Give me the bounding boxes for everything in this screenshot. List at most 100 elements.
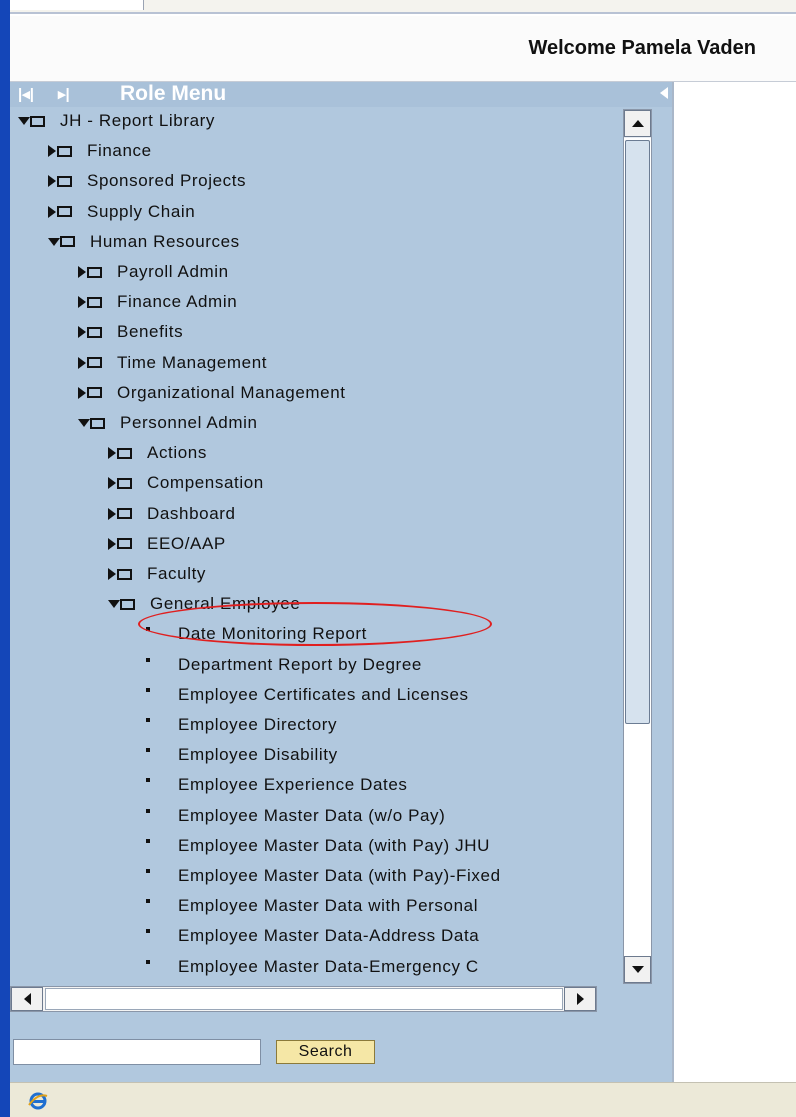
report-item[interactable]: Employee Master Data-Emergency C — [146, 953, 479, 981]
folder-label[interactable]: Faculty — [147, 564, 206, 584]
folder-node[interactable]: JH - Report Library — [18, 109, 215, 135]
report-label[interactable]: Employee Directory — [178, 715, 337, 735]
folder-label[interactable]: Human Resources — [90, 232, 240, 252]
folder-label[interactable]: Personnel Admin — [120, 413, 258, 433]
folder-label[interactable]: Supply Chain — [87, 202, 195, 222]
scroll-down-button[interactable] — [624, 956, 651, 983]
collapsed-arrow-icon[interactable] — [78, 266, 86, 278]
collapsed-arrow-icon[interactable] — [108, 477, 116, 490]
folder-label[interactable]: Sponsored Projects — [87, 171, 246, 191]
folder-node[interactable]: Finance Admin — [78, 288, 237, 316]
report-item[interactable]: Employee Master Data (w/o Pay) — [146, 802, 445, 830]
folder-label[interactable]: EEO/AAP — [147, 534, 226, 554]
report-item[interactable]: Employee Disability — [146, 741, 338, 769]
search-button[interactable]: Search — [276, 1040, 375, 1064]
first-page-icon[interactable]: |◂| — [18, 85, 34, 103]
collapsed-arrow-icon[interactable] — [108, 537, 116, 550]
bullet-icon — [146, 808, 150, 813]
collapsed-arrow-icon[interactable] — [78, 356, 86, 369]
collapsed-arrow-icon[interactable] — [48, 175, 56, 188]
expanded-arrow-icon[interactable] — [18, 117, 30, 125]
report-label[interactable]: Employee Experience Dates — [178, 775, 408, 795]
report-item[interactable]: Employee Master Data with Personal — [146, 892, 478, 920]
folder-node[interactable]: Time Management — [78, 349, 267, 377]
expanded-arrow-icon[interactable] — [48, 237, 60, 246]
folder-label[interactable]: Finance Admin — [117, 292, 237, 312]
search-bar: Search — [10, 1027, 640, 1067]
collapsed-arrow-icon[interactable] — [78, 326, 86, 339]
folder-node[interactable]: Actions — [108, 439, 207, 467]
collapsed-arrow-icon[interactable] — [108, 507, 116, 520]
folder-label[interactable]: Organizational Management — [117, 383, 346, 403]
folder-node[interactable]: Organizational Management — [78, 379, 346, 407]
arrow-left-icon — [23, 993, 31, 1005]
collapsed-arrow-icon[interactable] — [48, 145, 56, 158]
bullet-icon — [146, 869, 150, 873]
folder-node[interactable]: Faculty — [108, 560, 206, 588]
folder-label[interactable]: Actions — [147, 443, 207, 463]
arrow-up-icon — [631, 120, 644, 127]
vertical-scrollbar[interactable] — [623, 109, 652, 984]
folder-node[interactable]: Payroll Admin — [78, 258, 229, 286]
folder-node[interactable]: Human Resources — [48, 228, 240, 256]
folder-label[interactable]: Payroll Admin — [117, 262, 229, 282]
search-input[interactable] — [13, 1039, 261, 1065]
bullet-icon — [146, 687, 150, 692]
collapsed-arrow-icon[interactable] — [108, 447, 116, 460]
report-item[interactable]: Employee Certificates and Licenses — [146, 681, 469, 709]
folder-icon — [117, 568, 132, 580]
arrow-down-icon — [631, 966, 644, 973]
report-label[interactable]: Employee Master Data-Emergency C — [178, 957, 479, 977]
folder-label[interactable]: Compensation — [147, 473, 264, 493]
folder-node[interactable]: Compensation — [108, 469, 264, 497]
horizontal-scroll-thumb[interactable] — [45, 988, 563, 1010]
collapse-panel-icon[interactable] — [660, 87, 668, 99]
collapsed-arrow-icon[interactable] — [48, 205, 56, 218]
scroll-up-button[interactable] — [624, 110, 651, 137]
folder-node[interactable]: Finance — [48, 137, 152, 165]
report-label[interactable]: Employee Master Data (with Pay) JHU — [178, 836, 490, 856]
report-item[interactable]: Employee Master Data-Address Data — [146, 922, 479, 950]
folder-node[interactable]: Benefits — [78, 318, 183, 346]
next-page-icon[interactable]: ▸| — [58, 85, 70, 103]
report-item[interactable]: Employee Directory — [146, 711, 337, 739]
report-label[interactable]: Employee Master Data (w/o Pay) — [178, 806, 445, 826]
collapsed-arrow-icon[interactable] — [108, 568, 116, 580]
folder-label[interactable]: Dashboard — [147, 504, 236, 524]
vertical-scroll-thumb[interactable] — [625, 140, 650, 724]
report-item[interactable]: Employee Experience Dates — [146, 771, 408, 799]
folder-node[interactable]: Supply Chain — [48, 198, 195, 226]
folder-icon — [57, 175, 72, 187]
report-item[interactable]: Employee Master Data (with Pay)-Fixed — [146, 862, 501, 890]
folder-icon — [60, 236, 75, 248]
folder-label[interactable]: Time Management — [117, 353, 267, 373]
folder-label[interactable]: Benefits — [117, 322, 183, 342]
collapsed-arrow-icon[interactable] — [78, 386, 86, 399]
report-label[interactable]: Department Report by Degree — [178, 655, 422, 675]
report-label[interactable]: Employee Disability — [178, 745, 338, 765]
report-item[interactable]: Employee Master Data (with Pay) JHU — [146, 832, 490, 860]
expanded-arrow-icon[interactable] — [108, 600, 120, 609]
folder-node[interactable]: Personnel Admin — [78, 409, 258, 437]
report-label[interactable]: Employee Master Data with Personal — [178, 896, 478, 916]
folder-icon — [117, 538, 132, 550]
folder-label[interactable]: Finance — [87, 141, 152, 161]
report-item[interactable]: Department Report by Degree — [146, 651, 422, 679]
expanded-arrow-icon[interactable] — [78, 419, 90, 427]
report-label[interactable]: Employee Master Data (with Pay)-Fixed — [178, 866, 501, 886]
highlight-ring — [138, 602, 492, 646]
folder-node[interactable]: Sponsored Projects — [48, 167, 246, 195]
content-pane — [672, 82, 796, 1082]
portal-header: Welcome Pamela Vaden — [10, 16, 796, 82]
scroll-left-button[interactable] — [11, 987, 43, 1011]
horizontal-scrollbar[interactable] — [10, 986, 597, 1012]
folder-node[interactable]: EEO/AAP — [108, 530, 226, 558]
folder-node[interactable]: Dashboard — [108, 500, 236, 528]
bullet-icon — [146, 718, 150, 722]
report-label[interactable]: Employee Master Data-Address Data — [178, 926, 479, 946]
collapsed-arrow-icon[interactable] — [78, 296, 86, 309]
report-label[interactable]: Employee Certificates and Licenses — [178, 685, 469, 705]
folder-label[interactable]: JH - Report Library — [60, 111, 215, 131]
folder-icon — [57, 206, 72, 218]
scroll-right-button[interactable] — [564, 987, 596, 1011]
